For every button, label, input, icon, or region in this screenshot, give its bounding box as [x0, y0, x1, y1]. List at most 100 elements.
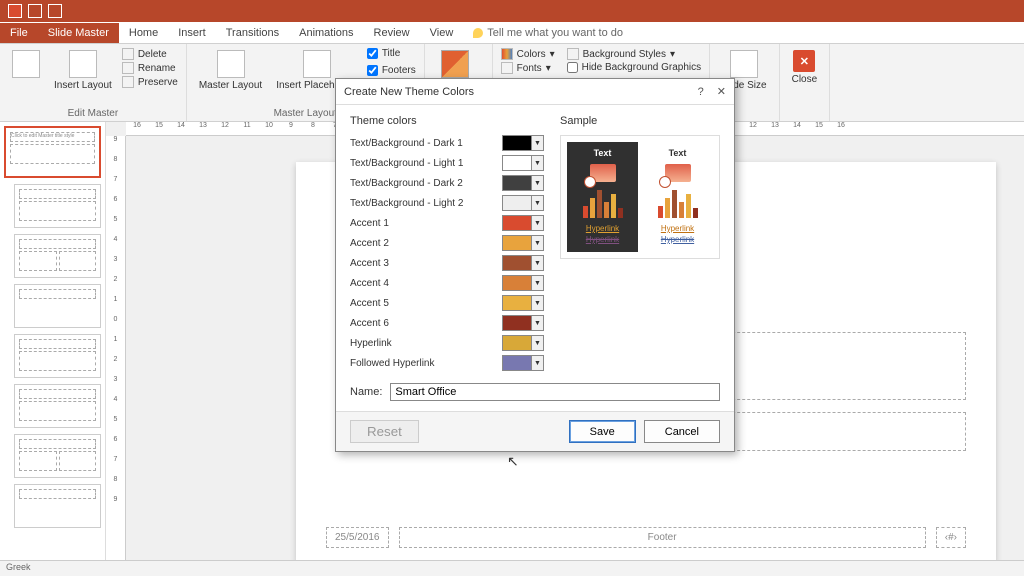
color-row-9: Accent 6▼ — [350, 315, 544, 331]
color-swatch-button[interactable]: ▼ — [502, 135, 544, 151]
color-row-2: Text/Background - Dark 2▼ — [350, 175, 544, 191]
undo-icon[interactable] — [48, 4, 62, 18]
color-swatch-button[interactable]: ▼ — [502, 255, 544, 271]
tab-file[interactable]: File — [0, 23, 38, 43]
ribbon-tabs: File Slide Master Home Insert Transition… — [0, 22, 1024, 44]
color-label: Followed Hyperlink — [350, 358, 502, 369]
color-label: Accent 4 — [350, 278, 502, 289]
color-label: Accent 2 — [350, 238, 502, 249]
layout-thumbnail[interactable] — [14, 234, 101, 278]
name-label: Name: — [350, 386, 382, 398]
mouse-cursor: ↖ — [507, 453, 519, 470]
rename-icon — [122, 62, 134, 74]
tab-animations[interactable]: Animations — [289, 23, 363, 43]
layout-thumbnail[interactable] — [14, 334, 101, 378]
insert-layout-button[interactable]: Insert Layout — [50, 48, 116, 93]
color-row-0: Text/Background - Dark 1▼ — [350, 135, 544, 151]
themes-icon — [441, 50, 469, 78]
tab-review[interactable]: Review — [364, 23, 420, 43]
delete-button[interactable]: Delete — [122, 48, 178, 60]
color-row-3: Text/Background - Light 2▼ — [350, 195, 544, 211]
footer-placeholder[interactable]: Footer — [399, 527, 926, 548]
save-icon[interactable] — [28, 4, 42, 18]
color-swatch-button[interactable]: ▼ — [502, 195, 544, 211]
layout-thumbnail[interactable] — [14, 484, 101, 528]
tab-slide-master[interactable]: Slide Master — [38, 23, 119, 43]
fonts-button[interactable]: Fonts ▾ — [501, 62, 555, 74]
color-swatch-button[interactable]: ▼ — [502, 235, 544, 251]
layout-thumbnail[interactable] — [14, 284, 101, 328]
group-label-edit-master: Edit Master — [8, 108, 178, 119]
color-swatch-button[interactable]: ▼ — [502, 335, 544, 351]
color-swatch-button[interactable]: ▼ — [502, 315, 544, 331]
color-label: Accent 6 — [350, 318, 502, 329]
layout-thumbnail[interactable] — [14, 384, 101, 428]
color-label: Text/Background - Dark 2 — [350, 178, 502, 189]
slide-size-icon — [730, 50, 758, 78]
tab-transitions[interactable]: Transitions — [216, 23, 289, 43]
number-placeholder[interactable]: ‹#› — [936, 527, 966, 548]
sample-preview: Text Hyperlink Hyperlink Text Hyperlink … — [560, 135, 720, 259]
color-row-8: Accent 5▼ — [350, 295, 544, 311]
rename-button[interactable]: Rename — [122, 62, 178, 74]
color-label: Hyperlink — [350, 338, 502, 349]
color-label: Text/Background - Light 1 — [350, 158, 502, 169]
tab-insert[interactable]: Insert — [168, 23, 216, 43]
tell-me[interactable]: Tell me what you want to do — [463, 23, 633, 43]
help-button[interactable]: ? — [698, 86, 704, 98]
color-swatch-button[interactable]: ▼ — [502, 155, 544, 171]
layout-thumbnail[interactable] — [14, 184, 101, 228]
close-icon: ✕ — [793, 50, 815, 72]
bg-styles-icon — [567, 48, 579, 60]
close-master-button[interactable]: ✕Close — [788, 48, 822, 87]
create-theme-colors-dialog: Create New Theme Colors ? ✕ Theme colors… — [335, 78, 735, 452]
color-row-4: Accent 1▼ — [350, 215, 544, 231]
delete-icon — [122, 48, 134, 60]
color-row-1: Text/Background - Light 1▼ — [350, 155, 544, 171]
master-layout-button[interactable]: Master Layout — [195, 48, 266, 93]
colors-icon — [501, 48, 513, 60]
status-lang[interactable]: Greek — [6, 562, 31, 575]
color-swatch-button[interactable]: ▼ — [502, 355, 544, 371]
master-thumbnail[interactable]: Click to edit Master title style — [4, 126, 101, 178]
vertical-ruler: 9876543210123456789 — [106, 136, 126, 560]
fonts-icon — [501, 62, 513, 74]
preserve-icon — [122, 76, 134, 88]
reset-button[interactable]: Reset — [350, 420, 419, 443]
tab-home[interactable]: Home — [119, 23, 168, 43]
hide-bg-checkbox[interactable]: Hide Background Graphics — [567, 62, 702, 73]
color-row-7: Accent 4▼ — [350, 275, 544, 291]
preserve-button[interactable]: Preserve — [122, 76, 178, 88]
color-label: Text/Background - Dark 1 — [350, 138, 502, 149]
title-checkbox[interactable]: Title — [367, 48, 416, 59]
tab-view[interactable]: View — [420, 23, 464, 43]
color-swatch-button[interactable]: ▼ — [502, 275, 544, 291]
insert-slide-master-button[interactable] — [8, 48, 44, 80]
app-icon — [8, 4, 22, 18]
footers-checkbox[interactable]: Footers — [367, 65, 416, 76]
color-row-6: Accent 3▼ — [350, 255, 544, 271]
sample-heading: Sample — [560, 115, 720, 127]
color-swatch-button[interactable]: ▼ — [502, 215, 544, 231]
dialog-titlebar[interactable]: Create New Theme Colors ? ✕ — [336, 79, 734, 105]
color-label: Accent 3 — [350, 258, 502, 269]
dialog-close-button[interactable]: ✕ — [717, 86, 726, 98]
title-bar — [0, 0, 1024, 22]
color-row-5: Accent 2▼ — [350, 235, 544, 251]
color-label: Accent 5 — [350, 298, 502, 309]
background-styles-button[interactable]: Background Styles ▾ — [567, 48, 702, 60]
save-button[interactable]: Save — [569, 420, 636, 443]
color-row-11: Followed Hyperlink▼ — [350, 355, 544, 371]
color-swatch-button[interactable]: ▼ — [502, 175, 544, 191]
colors-button[interactable]: Colors ▾ — [501, 48, 555, 60]
thumbnail-panel[interactable]: Click to edit Master title style — [0, 122, 106, 560]
status-bar: Greek — [0, 560, 1024, 576]
color-row-10: Hyperlink▼ — [350, 335, 544, 351]
color-label: Accent 1 — [350, 218, 502, 229]
theme-colors-heading: Theme colors — [350, 115, 544, 127]
layout-thumbnail[interactable] — [14, 434, 101, 478]
cancel-button[interactable]: Cancel — [644, 420, 720, 443]
date-placeholder[interactable]: 25/5/2016 — [326, 527, 389, 548]
color-swatch-button[interactable]: ▼ — [502, 295, 544, 311]
theme-name-input[interactable] — [390, 383, 720, 401]
